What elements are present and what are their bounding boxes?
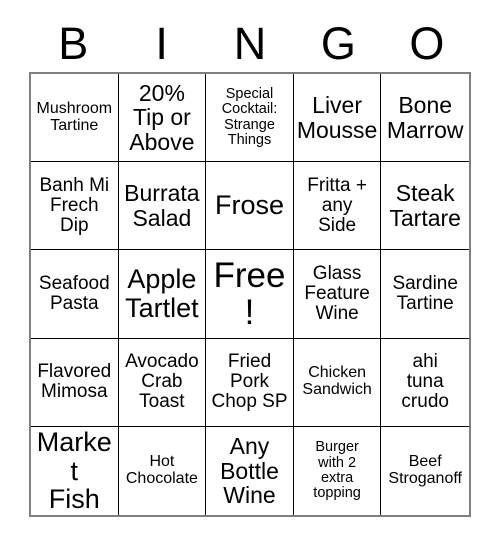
bingo-cell-o2[interactable]: Steak Tartare bbox=[381, 162, 469, 251]
bingo-cell-label: Special Cocktail: Strange Things bbox=[221, 85, 278, 148]
bingo-cell-label: Bone Marrow bbox=[386, 92, 464, 143]
bingo-cell-o3[interactable]: Sardine Tartine bbox=[381, 250, 469, 339]
bingo-cell-label: Chicken Sandwich bbox=[302, 364, 372, 399]
bingo-cell-label: Apple Tartlet bbox=[125, 264, 199, 323]
bingo-card: B I N G O Mushroom Tartine 20% Tip or Ab… bbox=[0, 0, 500, 544]
bingo-cell-label: 20% Tip or Above bbox=[129, 80, 195, 155]
bingo-cell-o5[interactable]: Beef Stroganoff bbox=[381, 426, 469, 515]
bingo-grid: Mushroom Tartine 20% Tip or Above Specia… bbox=[29, 72, 471, 517]
bingo-cell-label: Liver Mousse bbox=[296, 92, 378, 143]
bingo-cell-label: Frose bbox=[214, 190, 284, 221]
bingo-cell-b5[interactable]: Market Fish bbox=[31, 426, 119, 515]
bingo-cell-i5[interactable]: Hot Chocolate bbox=[118, 426, 207, 515]
bingo-cell-g3[interactable]: Glass Feature Wine bbox=[293, 250, 382, 339]
bingo-cell-label: Seafood Pasta bbox=[38, 272, 110, 314]
bingo-cell-g5[interactable]: Burger with 2 extra topping bbox=[293, 426, 382, 515]
bingo-cell-label: Sardine Tartine bbox=[392, 272, 458, 314]
bingo-cell-label: Hot Chocolate bbox=[125, 452, 198, 487]
bingo-cell-b2[interactable]: Banh Mi Frech Dip bbox=[31, 162, 119, 251]
bingo-cell-label: Burger with 2 extra topping bbox=[313, 439, 361, 502]
bingo-cell-n4[interactable]: Fried Pork Chop SP bbox=[206, 338, 294, 427]
header-letter-g: G bbox=[320, 17, 356, 69]
bingo-cell-b4[interactable]: Flavored Mimosa bbox=[31, 338, 119, 427]
bingo-cell-label: Any Bottle Wine bbox=[220, 433, 279, 509]
bingo-cell-b1[interactable]: Mushroom Tartine bbox=[31, 74, 119, 163]
bingo-cell-i2[interactable]: Burrata Salad bbox=[118, 162, 207, 251]
bingo-cell-label: Market Fish bbox=[36, 426, 112, 515]
bingo-cell-label: Banh Mi Frech Dip bbox=[39, 174, 110, 236]
header-letter-o: O bbox=[409, 17, 445, 69]
header-letter-i: I bbox=[155, 17, 168, 69]
bingo-cell-n5[interactable]: Any Bottle Wine bbox=[206, 426, 294, 515]
bingo-cell-label: Steak Tartare bbox=[389, 180, 461, 231]
bingo-cell-label: Glass Feature Wine bbox=[304, 262, 370, 325]
bingo-header-row: B I N G O bbox=[29, 14, 471, 72]
bingo-cell-label: Fritta + any Side bbox=[307, 174, 367, 236]
bingo-cell-n2[interactable]: Frose bbox=[206, 162, 294, 251]
bingo-cell-i3[interactable]: Apple Tartlet bbox=[118, 250, 207, 339]
header-letter-n: N bbox=[233, 17, 267, 69]
bingo-cell-label: Fried Pork Chop SP bbox=[211, 351, 288, 413]
bingo-cell-i4[interactable]: Avocado Crab Toast bbox=[118, 338, 207, 427]
bingo-cell-label: ahi tuna crudo bbox=[401, 351, 449, 413]
bingo-free-label: Free! bbox=[213, 255, 286, 332]
bingo-cell-label: Flavored Mimosa bbox=[37, 361, 112, 403]
bingo-cell-g4[interactable]: Chicken Sandwich bbox=[293, 338, 382, 427]
bingo-cell-label: Avocado Crab Toast bbox=[125, 351, 199, 413]
bingo-cell-o4[interactable]: ahi tuna crudo bbox=[381, 338, 469, 427]
bingo-cell-b3[interactable]: Seafood Pasta bbox=[31, 250, 119, 339]
bingo-cell-o1[interactable]: Bone Marrow bbox=[381, 74, 469, 163]
bingo-cell-free[interactable]: Free! bbox=[206, 250, 294, 339]
header-letter-b: B bbox=[58, 17, 89, 69]
bingo-cell-g1[interactable]: Liver Mousse bbox=[293, 74, 382, 163]
bingo-cell-label: Beef Stroganoff bbox=[388, 452, 462, 487]
bingo-cell-g2[interactable]: Fritta + any Side bbox=[293, 162, 382, 251]
bingo-cell-i1[interactable]: 20% Tip or Above bbox=[118, 74, 207, 163]
bingo-cell-n1[interactable]: Special Cocktail: Strange Things bbox=[206, 74, 294, 163]
bingo-cell-label: Burrata Salad bbox=[124, 180, 200, 231]
bingo-cell-label: Mushroom Tartine bbox=[36, 99, 113, 134]
